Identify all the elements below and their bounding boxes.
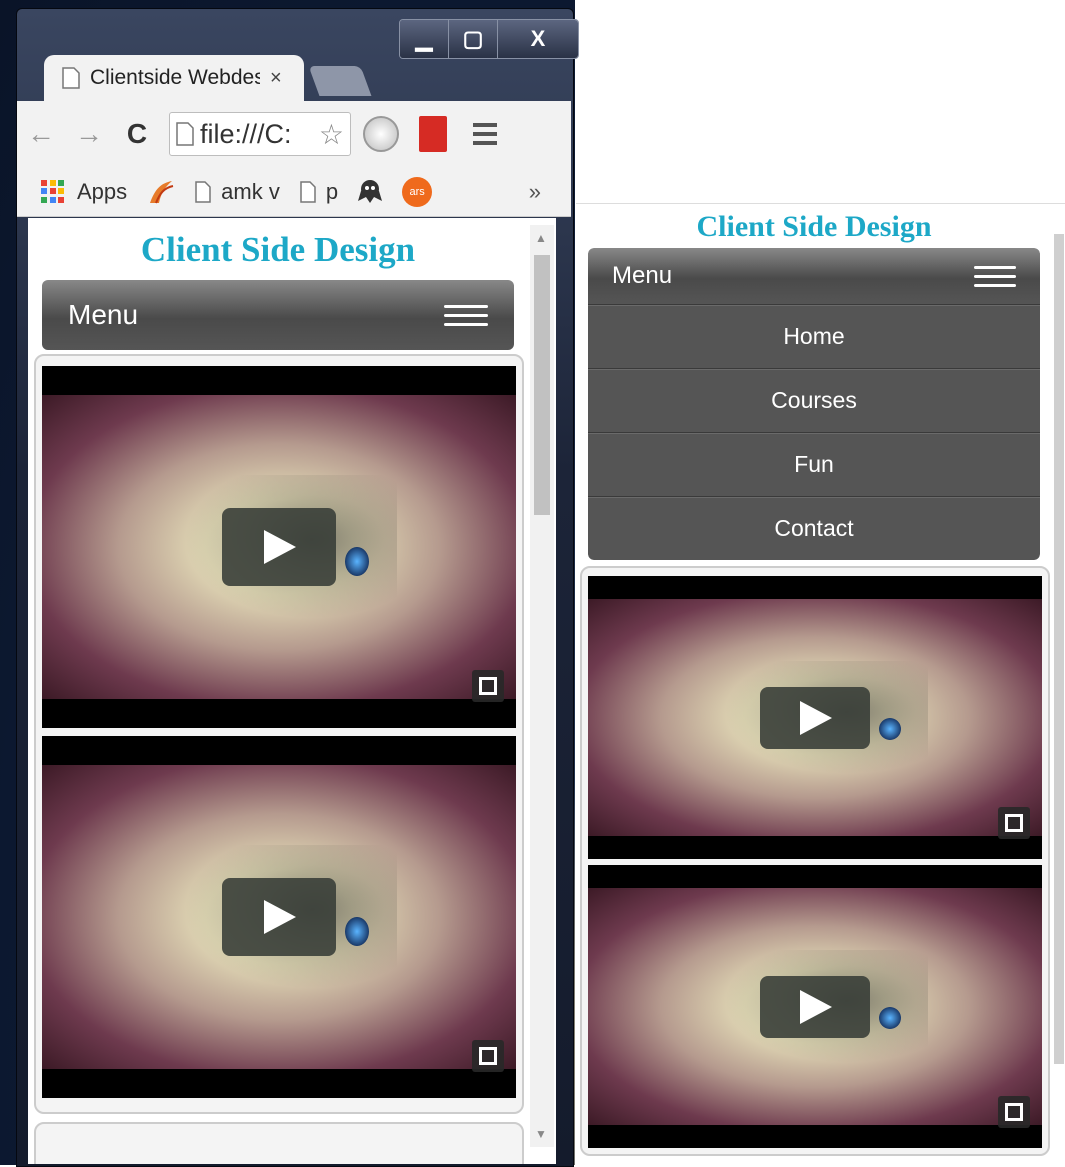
scroll-up-icon[interactable]: ▲	[535, 231, 547, 245]
fullscreen-icon[interactable]	[998, 807, 1030, 839]
play-icon	[264, 900, 296, 934]
hamburger-icon[interactable]	[974, 260, 1016, 293]
apps-grid-icon	[41, 179, 65, 204]
video-blue-spot	[345, 917, 370, 946]
menu-bar[interactable]: Menu	[42, 280, 514, 350]
play-button[interactable]	[222, 508, 336, 586]
chrome-menu-icon[interactable]	[473, 118, 497, 150]
bookmarks-overflow-icon[interactable]: »	[529, 179, 541, 205]
nav-item-courses[interactable]: Courses	[588, 368, 1040, 432]
close-window-button[interactable]: X	[498, 20, 578, 58]
bookmark-amk-label: amk v	[221, 178, 280, 204]
address-bar[interactable]: file:///C: ☆	[169, 112, 351, 156]
browser-toolbar: ← → C file:///C: ☆	[17, 101, 571, 167]
video-card	[580, 566, 1050, 1156]
site-title: Client Side Design	[140, 230, 416, 269]
nav-item-home[interactable]: Home	[588, 304, 1040, 368]
play-icon	[800, 700, 832, 735]
bookmark-ghost[interactable]	[358, 179, 383, 205]
reload-icon[interactable]: C	[113, 118, 161, 150]
video-player[interactable]	[588, 576, 1042, 859]
video-player[interactable]	[42, 736, 516, 1098]
bookmark-apps-label: Apps	[77, 178, 128, 204]
mobile-scrollbar[interactable]	[1054, 234, 1064, 1064]
ars-logo-icon: ars	[402, 176, 433, 207]
bookmark-apps[interactable]: Apps	[41, 179, 127, 205]
forward-icon[interactable]: →	[65, 118, 113, 150]
video-player[interactable]	[588, 865, 1042, 1148]
browser-tab[interactable]: Clientside Webdes ×	[44, 55, 304, 101]
bookmark-amk[interactable]: amk v	[195, 179, 280, 205]
bookmark-star-icon[interactable]: ☆	[319, 118, 344, 151]
mobile-view: Client Side Design Menu Home Courses Fun…	[576, 203, 1065, 1166]
window-controls: ▁ ▢ X	[399, 19, 579, 59]
page-viewport: Client Side Design Menu	[28, 218, 556, 1164]
minimize-button[interactable]: ▁	[400, 20, 449, 58]
bookmark-ars[interactable]: ars	[402, 176, 433, 207]
video-card	[34, 354, 524, 1114]
video-blue-spot	[878, 717, 902, 741]
play-button[interactable]	[222, 878, 336, 956]
flame-logo-icon	[150, 180, 174, 203]
adblock-extension-icon[interactable]	[363, 116, 399, 152]
nav-item-contact[interactable]: Contact	[588, 496, 1040, 560]
page-icon	[176, 122, 194, 146]
menu-label: Menu	[612, 262, 673, 289]
back-icon[interactable]: ←	[17, 118, 65, 150]
video-blue-spot	[345, 547, 370, 576]
bookmarks-bar: Apps amk v p ars »	[17, 167, 571, 217]
acrobat-extension-icon[interactable]	[419, 116, 447, 152]
page-icon	[300, 180, 316, 203]
new-tab-button[interactable]	[308, 66, 372, 96]
bookmark-flame[interactable]	[147, 179, 175, 205]
menu-label: Menu	[68, 299, 139, 330]
scroll-down-icon[interactable]: ▼	[535, 1127, 547, 1141]
maximize-button[interactable]: ▢	[449, 20, 498, 58]
video-blue-spot	[878, 1006, 902, 1030]
tab-title: Clientside Webdes	[90, 66, 260, 89]
play-button[interactable]	[760, 686, 870, 749]
page-icon	[195, 180, 211, 203]
ghost-icon	[358, 179, 383, 203]
hamburger-icon[interactable]	[444, 299, 488, 332]
tab-close-icon[interactable]: ×	[270, 67, 282, 90]
page-icon	[62, 67, 80, 89]
menu-bar[interactable]: Menu	[588, 248, 1040, 304]
play-icon	[264, 530, 296, 564]
bookmark-p[interactable]: p	[300, 179, 338, 205]
fullscreen-icon[interactable]	[998, 1096, 1030, 1128]
page-scrollbar[interactable]: ▲ ▼	[530, 225, 554, 1147]
fullscreen-icon[interactable]	[472, 1040, 504, 1072]
menu-panel: Menu Home Courses Fun Contact	[588, 248, 1040, 560]
play-icon	[800, 989, 832, 1024]
address-input[interactable]: file:///C:	[200, 119, 319, 150]
play-button[interactable]	[760, 975, 870, 1038]
next-card	[34, 1122, 524, 1164]
scroll-thumb[interactable]	[534, 255, 550, 515]
nav-item-fun[interactable]: Fun	[588, 432, 1040, 496]
desktop-background: ▁ ▢ X Clientside Webdes × ← → C file:///…	[0, 0, 579, 1167]
site-title: Client Side Design	[696, 210, 932, 243]
bookmark-p-label: p	[325, 178, 339, 204]
video-player[interactable]	[42, 366, 516, 728]
fullscreen-icon[interactable]	[472, 670, 504, 702]
